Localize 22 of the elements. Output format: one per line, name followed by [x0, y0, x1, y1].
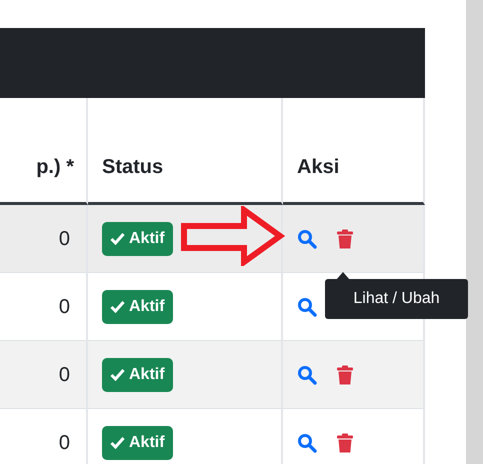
- number-cell: 0: [0, 205, 88, 273]
- check-icon: [110, 368, 125, 381]
- trash-icon[interactable]: [335, 228, 355, 248]
- status-badge: Aktif: [102, 426, 173, 460]
- number-cell: 0: [0, 341, 88, 409]
- status-badge: Aktif: [102, 358, 173, 392]
- check-icon: [110, 232, 125, 245]
- tooltip: Lihat / Ubah: [325, 279, 468, 319]
- search-icon[interactable]: [297, 432, 317, 452]
- column-header: Aksi: [297, 155, 340, 180]
- trash-icon[interactable]: [335, 364, 355, 384]
- search-icon[interactable]: [297, 296, 317, 316]
- check-icon: [110, 436, 125, 449]
- search-icon[interactable]: [297, 364, 317, 384]
- trash-icon[interactable]: [335, 432, 355, 452]
- number-cell: 0: [0, 409, 88, 464]
- search-icon[interactable]: [297, 228, 317, 248]
- check-icon: [110, 300, 125, 313]
- column-header: p.) *: [36, 155, 74, 180]
- status-badge: Aktif: [102, 290, 173, 324]
- column-header: Status: [102, 155, 164, 180]
- status-badge: Aktif: [102, 222, 173, 256]
